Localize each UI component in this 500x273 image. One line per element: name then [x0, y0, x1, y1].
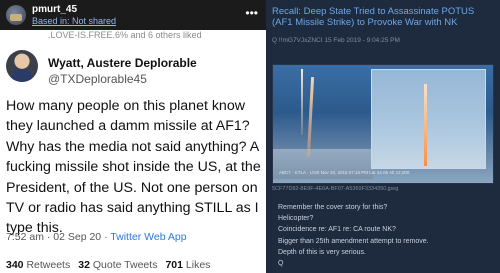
avatar[interactable] [6, 5, 26, 25]
qdrop-panel: Recall: Deep State Tried to Assassinate … [266, 0, 500, 273]
image-filename[interactable]: 5CF77D82-8E9F-4E6A-BF07-A5369F3334350.jp… [272, 186, 398, 192]
post-body: Remember the cover story for this? Helic… [278, 202, 429, 269]
tweet-timestamp: 7:52 am · 02 Sep 20 · Twitter Web App [6, 231, 187, 243]
post-image[interactable]: ABC7 · KTLA · LIVE Nov 10, 2015 07:15 PM… [272, 64, 494, 184]
liked-by-line: .LOVE-IS.FREE.6% and 6 others liked [48, 30, 202, 40]
post-line: Remember the cover story for this? [278, 204, 388, 211]
likes-count[interactable]: 701 [165, 259, 183, 271]
location-subtitle[interactable]: Based in: Not shared [32, 16, 116, 26]
retweets-count[interactable]: 340 [6, 259, 24, 271]
likes-label[interactable]: Likes [186, 259, 211, 271]
tweet-text: How many people on this planet know they… [6, 98, 261, 237]
image-inset [371, 69, 486, 169]
image-ticker: ABC7 · KTLA · LIVE Nov 10, 2015 07:15 PM… [279, 170, 410, 175]
post-meta: Q !!mG7VJxZNCI 15 Feb 2019 - 9:04:25 PM [272, 37, 400, 44]
tweet-author-handle[interactable]: @TXDeplorable45 [48, 72, 147, 86]
quotes-label[interactable]: Quote Tweets [93, 259, 158, 271]
post-line: Bigger than 25th amendment attempt to re… [278, 237, 429, 245]
post-line: Helicopter? [278, 215, 314, 223]
contrail-streak [306, 76, 315, 158]
retweets-label[interactable]: Retweets [26, 259, 70, 271]
quotes-count[interactable]: 32 [78, 259, 90, 271]
missile-trail [424, 84, 427, 166]
tweet-author-name[interactable]: Wyatt, Austere Deplorable [48, 56, 197, 70]
tweet-time: 7:52 am · 02 Sep 20 · [6, 231, 111, 243]
post-line: Q [278, 260, 284, 268]
post-title[interactable]: Recall: Deep State Tried to Assassinate … [272, 6, 494, 28]
username[interactable]: pmurt_45 [32, 4, 77, 15]
post-line: Depth of this is very serious. [278, 248, 366, 256]
post-line: Coincidence re: AF1 re: CA route NK? [278, 226, 396, 234]
tweet-source-app[interactable]: Twitter Web App [110, 231, 186, 243]
contrail-streak [301, 69, 303, 135]
profile-header-bar: pmurt_45 Based in: Not shared ••• [0, 0, 266, 30]
tweet-stats: 340 Retweets 32 Quote Tweets 701 Likes [6, 259, 210, 271]
more-options-icon[interactable]: ••• [245, 7, 258, 19]
tweet-screenshot-panel: pmurt_45 Based in: Not shared ••• .LOVE-… [0, 0, 266, 273]
tweet-author-avatar[interactable] [6, 50, 38, 82]
